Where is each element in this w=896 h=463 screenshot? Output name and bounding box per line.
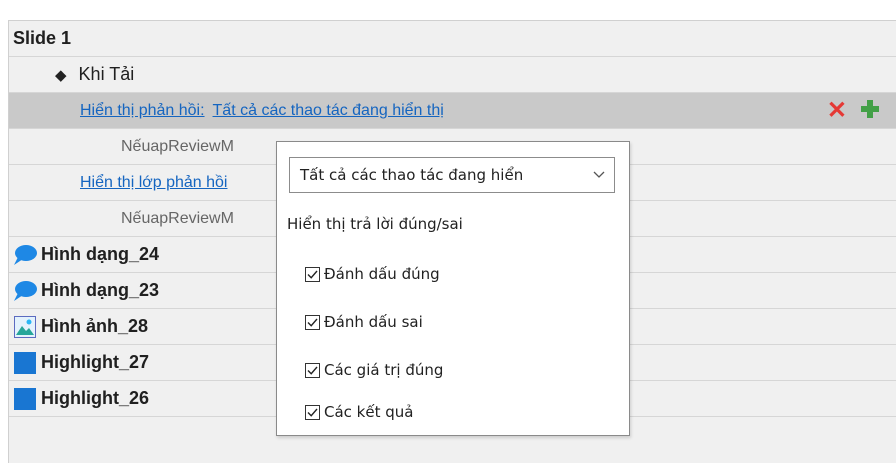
highlight-square-icon [13, 387, 37, 411]
checkbox-correct-values[interactable]: Các giá trị đúng [305, 358, 443, 382]
item-label: Highlight_26 [41, 388, 150, 408]
tree-row-feedback[interactable]: Hiển thị phản hồi: Tất cả các thao tác đ… [9, 93, 896, 129]
feedback-layer-link[interactable]: Hiển thị lớp phản hồi [80, 174, 227, 192]
checkbox-label: Đánh dấu đúng [324, 265, 440, 283]
row-actions: ✕ [827, 93, 879, 129]
checkbox-checked-icon[interactable] [305, 362, 320, 378]
speech-bubble-icon [13, 243, 37, 267]
feedback-prefix-link[interactable]: Hiển thị phản hồi: [80, 102, 205, 120]
highlight-square-icon [13, 351, 37, 375]
feedback-value-link[interactable]: Tất cả các thao tác đang hiển thị [213, 102, 444, 120]
chevron-down-icon [593, 171, 605, 178]
trigger-label: Khi Tải [78, 64, 135, 84]
popup-heading: Hiển thị trả lời đúng/sai [287, 215, 463, 233]
condition-1-label: NếuapReviewM [121, 137, 234, 155]
image-icon [13, 315, 37, 339]
diamond-bullet-icon: ◆ [55, 66, 67, 84]
item-label: Hình dạng_23 [41, 280, 160, 300]
checkbox-mark-correct[interactable]: Đánh dấu đúng [305, 262, 440, 286]
speech-bubble-icon [13, 279, 37, 303]
delete-icon[interactable]: ✕ [827, 99, 847, 123]
select-value: Tất cả các thao tác đang hiển [300, 166, 524, 184]
item-label: Hình dạng_24 [41, 244, 160, 264]
checkbox-results[interactable]: Các kết quả [305, 400, 413, 424]
checkbox-label: Các kết quả [324, 403, 414, 421]
checkbox-mark-incorrect[interactable]: Đánh dấu sai [305, 310, 423, 334]
checkbox-checked-icon[interactable] [305, 314, 320, 330]
tree-row-slide[interactable]: Slide 1 [9, 21, 896, 57]
checkbox-checked-icon[interactable] [305, 404, 320, 420]
checkbox-label: Các giá trị đúng [324, 361, 444, 379]
feedback-options-popup: Tất cả các thao tác đang hiển Hiển thị t… [276, 141, 630, 436]
add-icon[interactable] [861, 99, 879, 123]
tree-row-trigger[interactable]: ◆ Khi Tải [9, 57, 896, 93]
slide-label: Slide 1 [13, 28, 72, 48]
item-label: Hình ảnh_28 [41, 316, 149, 336]
checkbox-label: Đánh dấu sai [324, 313, 423, 331]
checkbox-checked-icon[interactable] [305, 266, 320, 282]
condition-2-label: NếuapReviewM [121, 209, 234, 227]
feedback-mode-select[interactable]: Tất cả các thao tác đang hiển [289, 157, 615, 193]
item-label: Highlight_27 [41, 352, 150, 372]
